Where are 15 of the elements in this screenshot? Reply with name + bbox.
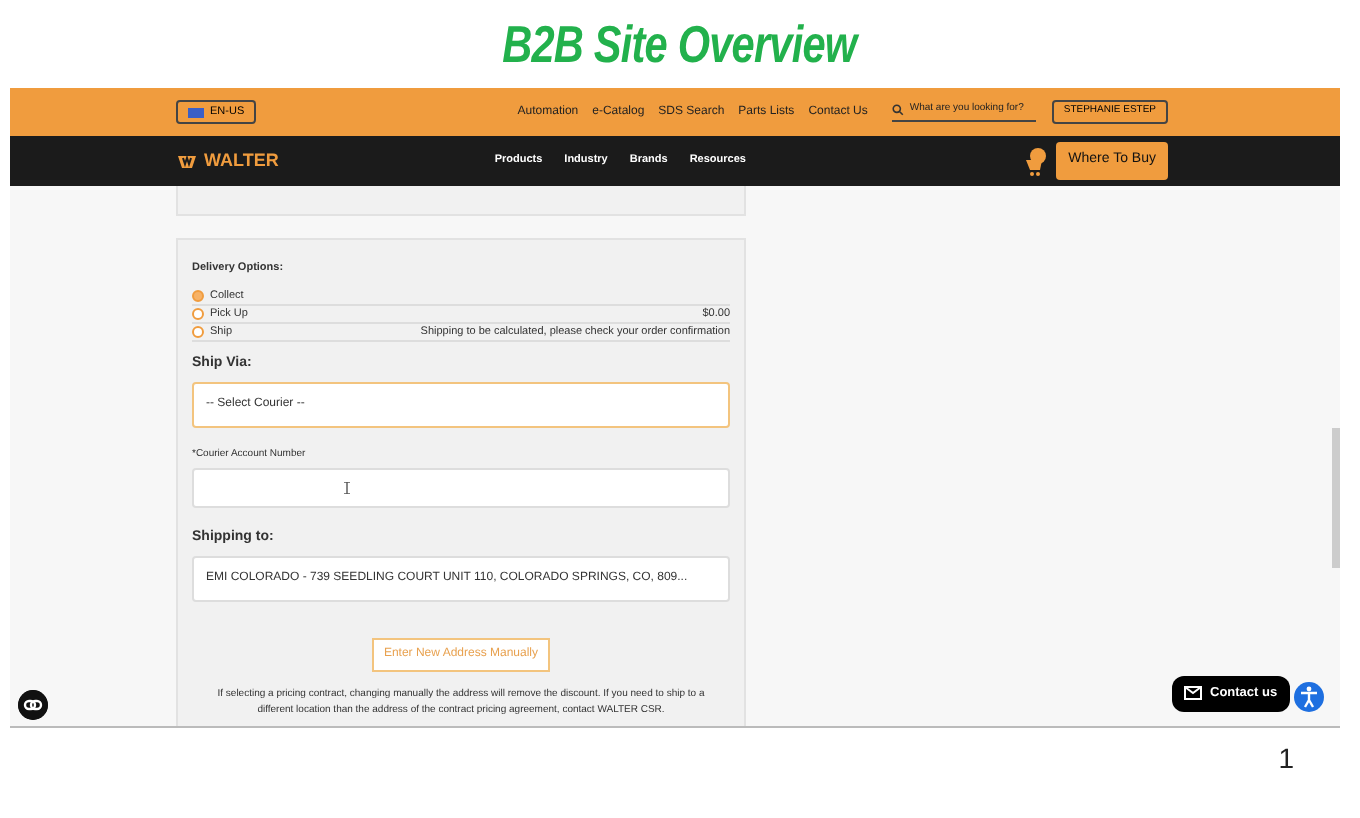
search-icon <box>891 104 904 116</box>
slide-title: B2B Site Overview <box>502 11 858 77</box>
radio-button[interactable] <box>192 290 204 303</box>
envelope-icon <box>1184 686 1202 701</box>
slide-number: 1 <box>1276 740 1294 778</box>
link-icon[interactable] <box>18 690 48 720</box>
scrollbar[interactable] <box>1332 428 1340 568</box>
account-number-field[interactable] <box>192 468 730 509</box>
brand-name[interactable]: WALTER <box>204 147 279 175</box>
radio-button[interactable] <box>192 326 204 339</box>
logo-icon <box>176 153 198 169</box>
cart-icon[interactable] <box>1024 147 1049 175</box>
accessibility-icon[interactable] <box>1294 682 1324 712</box>
text-cursor-icon <box>344 482 350 495</box>
radio-button[interactable] <box>192 308 204 321</box>
